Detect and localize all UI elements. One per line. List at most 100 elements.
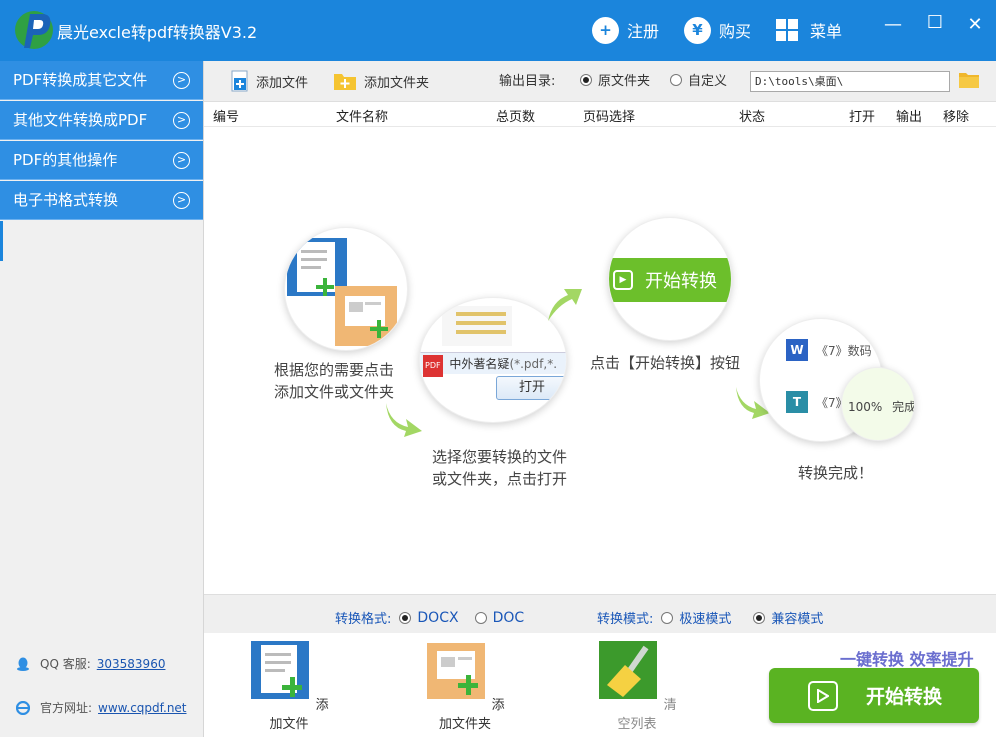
output-path-field[interactable]: D:\tools\桌面\ (750, 71, 950, 92)
format-doc-label[interactable]: DOC (493, 610, 525, 626)
ie-icon (16, 700, 30, 715)
step3-illustration: ▶ 开始转换 (608, 217, 732, 341)
grid-icon (776, 19, 798, 41)
col-header-output: 输出 (896, 110, 923, 125)
qq-number-link[interactable]: 303583960 (97, 657, 166, 671)
clear-list-label: 清空列表 (617, 698, 677, 732)
progress-percent: 100% (848, 400, 883, 414)
format-docx-label[interactable]: DOCX (417, 610, 458, 626)
add-file-icon (251, 641, 310, 699)
pdf-file-icon: PDF (423, 355, 443, 377)
col-header-pages: 总页数 (496, 110, 536, 125)
radio-empty-icon (670, 73, 682, 86)
text-doc-icon: T (786, 391, 808, 413)
add-folder-icon (334, 74, 356, 90)
register-label: 注册 (627, 22, 660, 41)
start-convert-button[interactable]: 开始转换 (769, 668, 979, 723)
sidebar-item-ebook-convert[interactable]: 电子书格式转换 > (0, 181, 203, 220)
play-icon: ▶ (613, 270, 633, 290)
output-original-radio[interactable]: 原文件夹 (580, 70, 650, 89)
website-contact: 官方网址: www.cqpdf.net (16, 699, 187, 716)
bottom-action-bar: 添加文件 添加文件夹 清空列表 一键转换 效率提升 开始转换 (204, 633, 996, 737)
file-list-area[interactable]: 根据您的需要点击 添加文件或文件夹 PDF 中外著名疑(*.pdf,*. 打开 … (204, 127, 996, 594)
dialog-filename-row: PDF 中外著名疑(*.pdf,*. (420, 352, 566, 377)
step1-text: 根据您的需要点击 添加文件或文件夹 (274, 359, 394, 403)
output-custom-label: 自定义 (688, 74, 728, 89)
step1-line2: 添加文件或文件夹 (274, 383, 395, 401)
mode-fast-label[interactable]: 极速模式 (679, 608, 731, 627)
output-label-text: 输出目录: (499, 74, 556, 89)
sidebar-item-pdf-other-ops[interactable]: PDF的其他操作 > (0, 141, 203, 180)
start-button-preview: ▶ 开始转换 (609, 258, 731, 302)
dialog-file-name: 中外著名疑 (449, 357, 510, 371)
progress-bubble: 100% 完成 (841, 367, 915, 441)
col-header-page-select: 页码选择 (583, 110, 636, 125)
col-header-remove: 移除 (943, 110, 970, 125)
menu-button[interactable]: 菜单 (776, 14, 842, 46)
progress-readout: 100% 完成 (848, 398, 914, 415)
bottom-add-file-button[interactable]: 添加文件 (244, 639, 334, 732)
step3-text: 点击【开始转换】按钮 (590, 354, 741, 372)
clear-list-button[interactable]: 清空列表 (592, 639, 682, 732)
sidebar-item-other-to-pdf[interactable]: 其他文件转换成PDF > (0, 101, 203, 140)
col-header-open: 打开 (849, 110, 876, 125)
add-folder-button[interactable]: 添加文件夹 (332, 70, 429, 92)
dialog-open-button: 打开 (496, 376, 566, 400)
file-table-header: 编号 文件名称 总页数 页码选择 状态 打开 输出 移除 (204, 102, 996, 127)
output-dir-label: 输出目录: (499, 70, 555, 89)
format-docx-radio[interactable] (399, 611, 412, 624)
start-preview-label: 开始转换 (645, 271, 717, 292)
step1-illustration (284, 227, 408, 351)
minimize-button[interactable]: — (882, 14, 904, 35)
maximize-button[interactable]: ☐ (924, 12, 946, 33)
buy-label: 购买 (719, 22, 752, 41)
converted-item-word: W 《7》数码 (786, 339, 872, 361)
sidebar-item-label: PDF转换成其它文件 (13, 71, 148, 89)
step2-line2: 或文件夹，点击打开 (432, 470, 568, 488)
add-folder-label: 添加文件夹 (364, 75, 430, 91)
sidebar-item-label: PDF的其他操作 (13, 151, 118, 169)
app-title: 晨光excle转pdf转换器V3.2 (57, 23, 258, 42)
website-link[interactable]: www.cqpdf.net (98, 701, 186, 715)
dialog-folder-tree (442, 306, 512, 346)
col-header-index: 编号 (213, 110, 240, 125)
play-icon (808, 680, 838, 711)
qq-icon (17, 657, 29, 671)
register-button[interactable]: + 注册 (592, 14, 659, 46)
add-file-folder-illustration-icon (287, 238, 397, 346)
mode-compat-radio[interactable] (753, 611, 766, 624)
output-original-label: 原文件夹 (598, 74, 651, 89)
add-folder-icon (427, 643, 486, 699)
close-button[interactable]: ✕ (964, 14, 986, 35)
col-header-filename: 文件名称 (336, 110, 389, 125)
format-doc-radio[interactable] (474, 611, 487, 624)
sidebar-item-label: 电子书格式转换 (13, 191, 119, 209)
menu-label: 菜单 (810, 22, 843, 41)
app-logo-icon (15, 11, 53, 49)
converted-item-word-label: 《7》数码 (816, 343, 872, 358)
mode-label: 转换模式: (597, 612, 654, 627)
word-doc-icon: W (786, 339, 808, 361)
qq-contact: QQ 客服: 303583960 (16, 655, 165, 672)
output-custom-radio[interactable]: 自定义 (670, 70, 727, 89)
format-option-group: 转换格式: DOCX DOC (335, 608, 540, 628)
add-file-button[interactable]: 添加文件 (230, 70, 308, 92)
chevron-right-icon: > (173, 152, 190, 169)
bottom-add-folder-button[interactable]: 添加文件夹 (420, 639, 510, 732)
step2-text: 选择您要转换的文件 或文件夹，点击打开 (432, 446, 567, 490)
mode-fast-radio[interactable] (661, 611, 674, 624)
slogan-text: 一键转换 效率提升 (840, 650, 974, 669)
add-file-icon (231, 70, 248, 92)
arrow-step2-icon (548, 289, 582, 321)
format-label: 转换格式: (335, 612, 392, 627)
qq-label: QQ 客服: (40, 657, 91, 671)
chevron-right-icon: > (173, 72, 190, 89)
sidebar-item-pdf-to-other[interactable]: PDF转换成其它文件 > (0, 61, 203, 100)
chevron-right-icon: > (173, 112, 190, 129)
mode-compat-label[interactable]: 兼容模式 (771, 608, 823, 627)
radio-selected-icon (580, 73, 592, 86)
col-header-status: 状态 (739, 110, 766, 125)
conversion-options: 转换格式: DOCX DOC 转换模式: 极速模式 兼容模式 (204, 594, 996, 633)
buy-button[interactable]: ¥ 购买 (684, 14, 751, 46)
browse-folder-icon[interactable] (959, 71, 979, 88)
